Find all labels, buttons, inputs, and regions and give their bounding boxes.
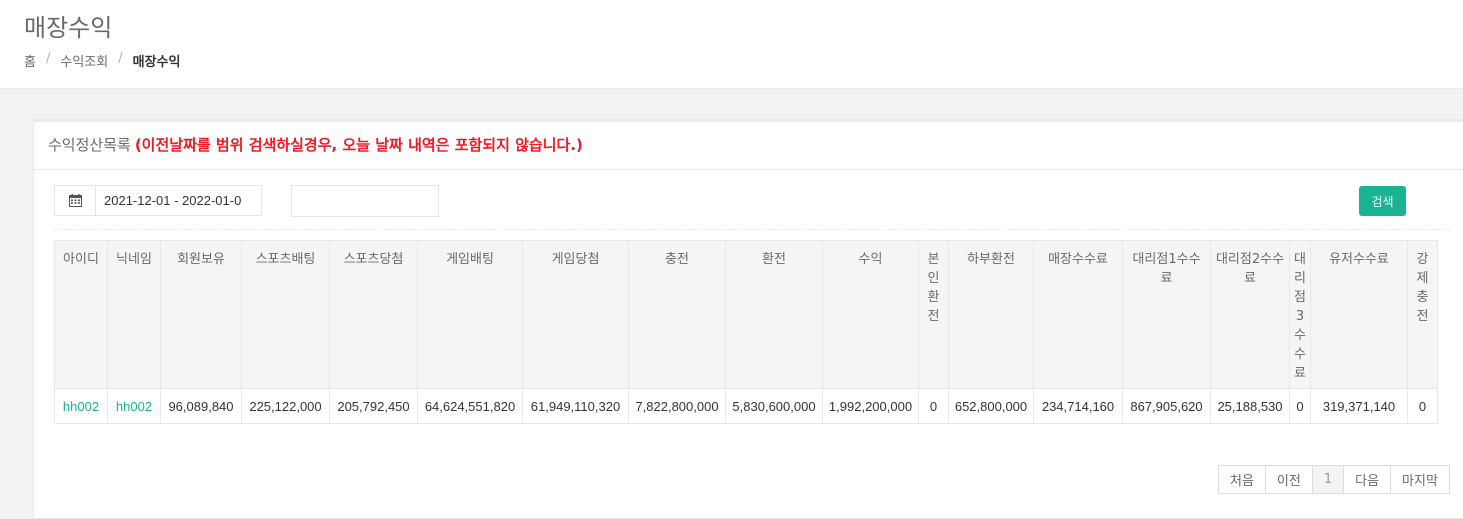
col-self-exchange[interactable]: 본인환전 [918,240,949,389]
col-charge[interactable]: 충전 [628,240,726,389]
col-id[interactable]: 아이디 [54,240,108,389]
table-row: hh002 hh002 96,089,840 225,122,000 205,7… [54,388,1438,424]
calendar-icon[interactable] [54,185,96,216]
cell-forced-charge: 0 [1407,388,1438,424]
page-prev-button[interactable]: 이전 [1264,465,1313,494]
breadcrumb-revenue-lookup[interactable]: 수익조회 [60,51,108,70]
col-sports-bet[interactable]: 스포츠배팅 [241,240,330,389]
search-button[interactable]: 검색 [1359,186,1406,216]
date-range-group [54,185,262,216]
cell-sports-win: 205,792,450 [329,388,418,424]
panel-title: 수익정산목록 (이전날짜를 범위 검색하실경우, 오늘 날짜 내역은 포함되지 않… [48,134,583,155]
filter-divider [54,229,1450,230]
pagination: 처음 이전 1 다음 마지막 [1218,465,1450,494]
col-forced-charge[interactable]: 강제충전 [1407,240,1438,389]
page-current-button[interactable]: 1 [1311,465,1345,494]
col-member-balance[interactable]: 회원보유 [160,240,242,389]
cell-sports-bet: 225,122,000 [241,388,330,424]
cell-charge: 7,822,800,000 [628,388,726,424]
col-game-bet[interactable]: 게임배팅 [417,240,523,389]
breadcrumb-separator: / [45,51,51,66]
col-nickname[interactable]: 닉네임 [107,240,161,389]
cell-profit: 1,992,200,000 [822,388,919,424]
cell-game-bet: 64,624,551,820 [417,388,523,424]
col-game-win[interactable]: 게임당첨 [522,240,629,389]
col-store-fee[interactable]: 매장수수료 [1033,240,1123,389]
page-first-button[interactable]: 처음 [1218,465,1266,494]
breadcrumb: 홈 / 수익조회 / 매장수익 [24,51,180,70]
panel-notice: (이전날짜를 범위 검색하실경우, 오늘 날짜 내역은 포함되지 않습니다.) [134,136,583,154]
breadcrumb-home[interactable]: 홈 [24,51,36,70]
cell-id-link[interactable]: hh002 [54,388,108,424]
revenue-table: 아이디 닉네임 회원보유 스포츠배팅 스포츠당첨 게임배팅 게임당첨 충전 환전… [54,240,1438,424]
col-agent1-fee[interactable]: 대리점1수수료 [1122,240,1211,389]
cell-self-exchange: 0 [918,388,949,424]
breadcrumb-separator: / [118,51,123,66]
date-range-input[interactable] [96,185,262,216]
col-agent3-fee[interactable]: 대리점3수수료 [1289,240,1311,389]
cell-agent2-fee: 25,188,530 [1210,388,1290,424]
page-title: 매장수익 [24,14,113,42]
panel-divider [34,169,1463,170]
cell-agent3-fee: 0 [1289,388,1311,424]
cell-exchange: 5,830,600,000 [725,388,823,424]
col-sports-win[interactable]: 스포츠당첨 [329,240,418,389]
col-exchange[interactable]: 환전 [725,240,823,389]
panel-title-text: 수익정산목록 [48,136,131,154]
cell-user-fee: 319,371,140 [1310,388,1408,424]
cell-member-balance: 96,089,840 [160,388,242,424]
breadcrumb-store-revenue: 매장수익 [132,55,181,70]
table-header-row: 아이디 닉네임 회원보유 스포츠배팅 스포츠당첨 게임배팅 게임당첨 충전 환전… [54,240,1438,389]
page-header: 매장수익 홈 / 수익조회 / 매장수익 [0,0,1463,89]
col-user-fee[interactable]: 유저수수료 [1310,240,1408,389]
col-sub-exchange[interactable]: 하부환전 [948,240,1034,389]
cell-store-fee: 234,714,160 [1033,388,1123,424]
search-input[interactable] [291,185,439,217]
col-agent2-fee[interactable]: 대리점2수수료 [1210,240,1290,389]
cell-sub-exchange: 652,800,000 [948,388,1034,424]
page-last-button[interactable]: 마지막 [1390,465,1450,494]
col-profit[interactable]: 수익 [822,240,919,389]
page-next-button[interactable]: 다음 [1343,465,1392,494]
settlement-panel: 수익정산목록 (이전날짜를 범위 검색하실경우, 오늘 날짜 내역은 포함되지 않… [33,119,1463,519]
cell-agent1-fee: 867,905,620 [1122,388,1211,424]
cell-nickname-link[interactable]: hh002 [107,388,161,424]
cell-game-win: 61,949,110,320 [522,388,629,424]
